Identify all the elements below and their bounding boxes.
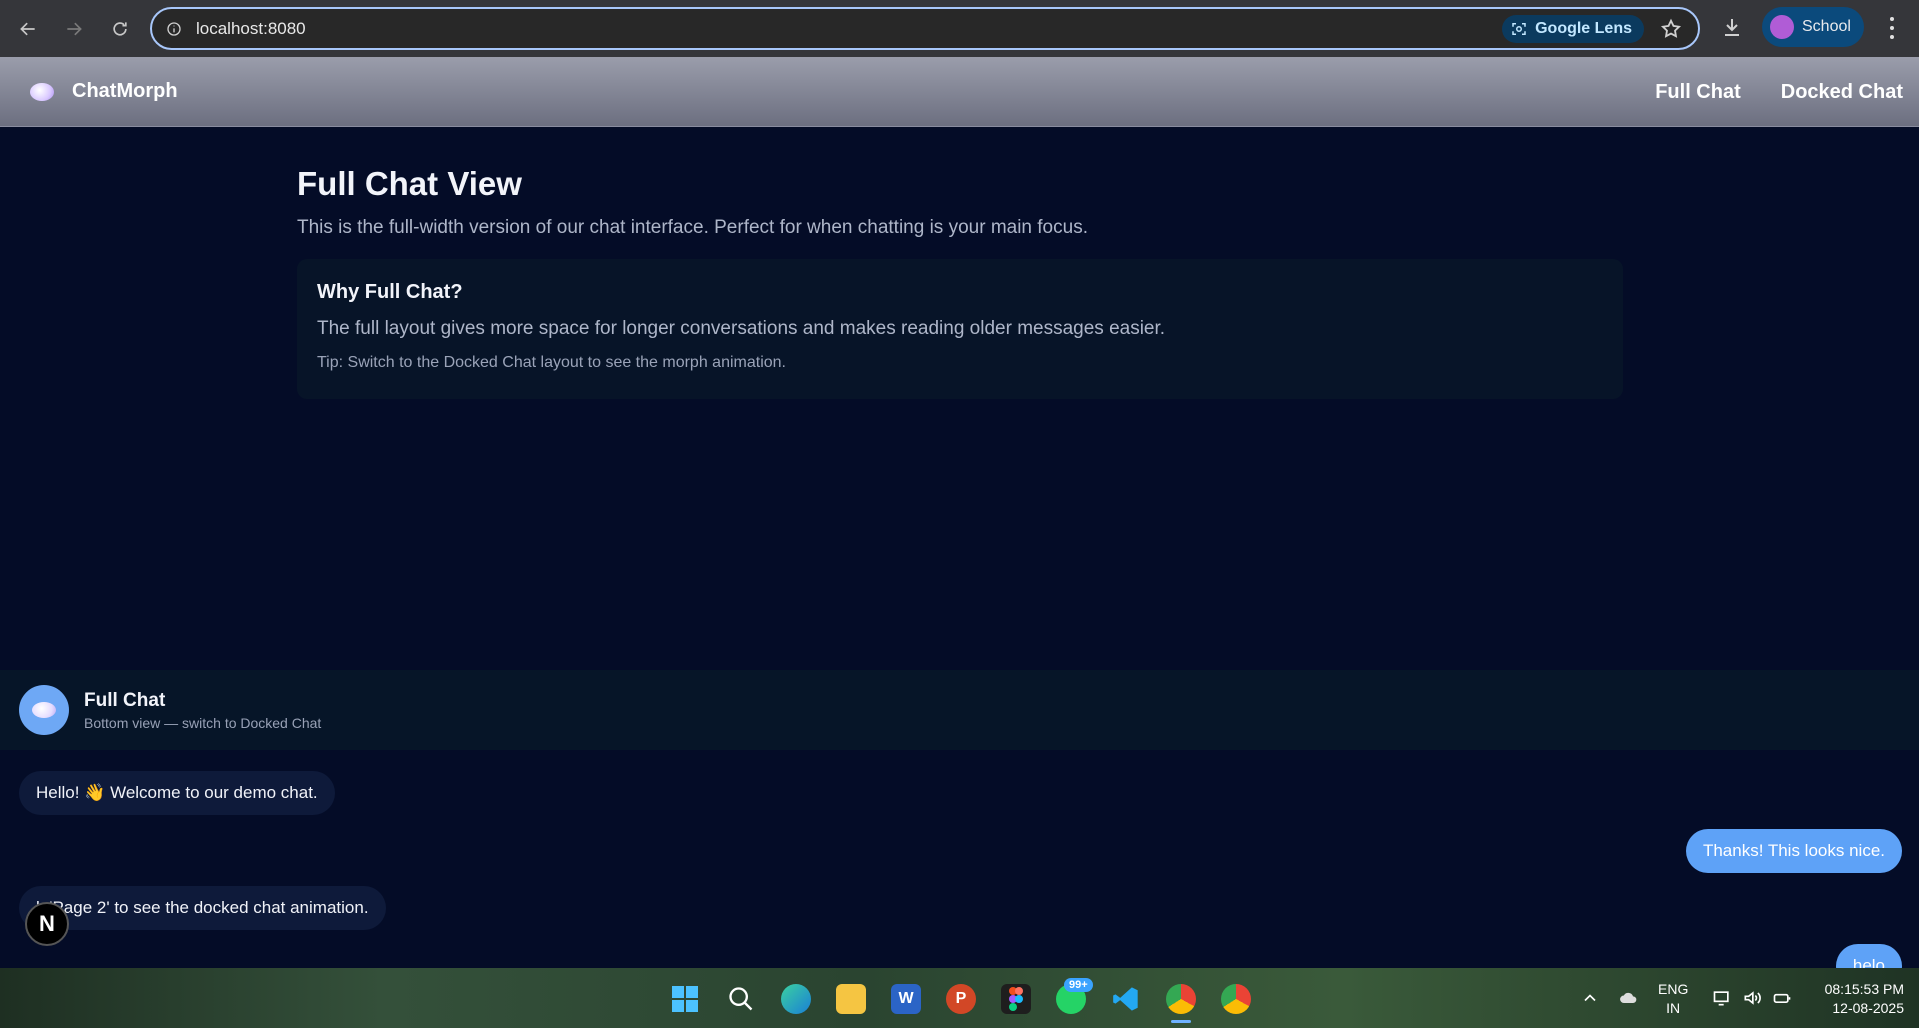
forward-icon[interactable] <box>56 11 92 47</box>
info-card: Why Full Chat? The full layout gives mor… <box>297 259 1623 399</box>
url-text[interactable]: localhost:8080 <box>196 19 306 39</box>
notification-badge: 99+ <box>1064 978 1093 992</box>
language-code: ENG <box>1658 981 1689 997</box>
volume-icon[interactable] <box>1742 988 1762 1008</box>
chat-avatar <box>19 685 69 735</box>
top-nav: Full Chat Docked Chat <box>1655 57 1919 127</box>
brand-name[interactable]: ChatMorph <box>72 80 178 103</box>
page-title: Full Chat View <box>297 165 522 202</box>
card-text: The full layout gives more space for lon… <box>317 318 1166 339</box>
battery-icon[interactable] <box>1772 988 1792 1008</box>
chat-messages[interactable]: Hello! 👋 Welcome to our demo chat. Thank… <box>0 750 1919 968</box>
active-app-indicator <box>1171 1020 1191 1023</box>
nav-link-full-chat[interactable]: Full Chat <box>1655 81 1741 104</box>
lens-icon <box>1512 23 1526 35</box>
clock-date: 12-08-2025 <box>1832 1000 1904 1016</box>
network-icon[interactable] <box>1712 988 1732 1008</box>
nav-link-docked-chat[interactable]: Docked Chat <box>1781 81 1903 104</box>
windows-start-icon[interactable] <box>670 984 700 1014</box>
onedrive-cloud-icon[interactable] <box>1618 988 1638 1008</box>
chrome-icon[interactable] <box>1166 984 1196 1014</box>
card-title: Why Full Chat? <box>317 281 463 303</box>
profile-label: School <box>1802 18 1851 35</box>
clock-time: 08:15:53 PM <box>1824 981 1904 997</box>
file-explorer-icon[interactable] <box>836 984 866 1014</box>
chat-title: Full Chat <box>84 689 166 711</box>
google-lens-label: Google Lens <box>1535 20 1632 37</box>
chat-message-incoming: k 'Page 2' to see the docked chat animat… <box>19 886 386 930</box>
chevron-up-icon[interactable] <box>1580 988 1600 1008</box>
system-clock[interactable]: 08:15:53 PM 12-08-2025 <box>1810 980 1904 1018</box>
browser-menu-icon[interactable] <box>1880 15 1904 41</box>
address-bar[interactable]: localhost:8080 Google Lens <box>150 7 1700 50</box>
chrome-profile-icon[interactable] <box>1221 984 1251 1014</box>
site-info-icon[interactable] <box>166 21 182 37</box>
nextjs-dev-badge[interactable]: N <box>25 902 69 946</box>
chat-subtitle: Bottom view — switch to Docked Chat <box>84 714 322 731</box>
figma-icon[interactable] <box>1001 984 1031 1014</box>
back-icon[interactable] <box>10 11 46 47</box>
profile-button[interactable]: School <box>1762 7 1864 47</box>
edge-browser-icon[interactable] <box>781 984 811 1014</box>
browser-toolbar: localhost:8080 Google Lens School <box>0 0 1919 57</box>
search-icon[interactable] <box>726 984 756 1014</box>
language-indicator[interactable]: ENG IN <box>1658 980 1688 1018</box>
bookmark-star-icon[interactable] <box>1660 18 1682 40</box>
chat-bubble-icon <box>32 702 56 718</box>
chat-message-incoming: Hello! 👋 Welcome to our demo chat. <box>19 771 335 815</box>
region-code: IN <box>1666 1000 1681 1016</box>
google-lens-button[interactable]: Google Lens <box>1502 15 1644 43</box>
app-header: ChatMorph Full Chat Docked Chat <box>0 57 1919 127</box>
chat-bubble-logo-icon <box>30 82 54 101</box>
main-content: Full Chat View This is the full-width ve… <box>297 165 1623 399</box>
card-tip: Tip: Switch to the Docked Chat layout to… <box>317 354 786 371</box>
vscode-icon[interactable] <box>1111 984 1141 1014</box>
page-subtitle: This is the full-width version of our ch… <box>297 217 1088 238</box>
reload-icon[interactable] <box>102 11 138 47</box>
chat-header: Full Chat Bottom view — switch to Docked… <box>0 670 1919 750</box>
download-icon[interactable] <box>1720 15 1744 39</box>
windows-taskbar: W P ENG IN 08:15:53 PM 12-08-2025 <box>0 968 1919 1028</box>
word-icon[interactable]: W <box>891 984 921 1014</box>
chat-message-outgoing: helo <box>1835 944 1902 968</box>
chat-message-outgoing: Thanks! This looks nice. <box>1685 829 1902 873</box>
powerpoint-icon[interactable]: P <box>946 984 976 1014</box>
avatar <box>1770 15 1794 39</box>
